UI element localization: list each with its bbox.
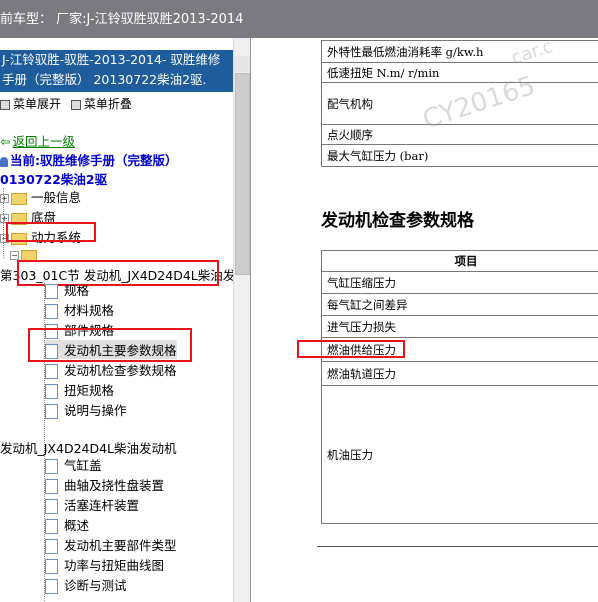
menu-collapse-button[interactable]: 菜单折叠 — [70, 95, 132, 112]
window-title: 前车型： 厂家:J-江铃驭胜驭胜2013-2014 — [0, 12, 244, 27]
document-icon — [45, 499, 58, 514]
navigation-pane: J-江铃驭胜-驭胜-2013-2014- 驭胜维修 手册（完整版） 201307… — [0, 38, 251, 602]
table-cell: 点火顺序 — [321, 124, 598, 145]
table-cell: 机油压力 — [321, 385, 598, 524]
document-icon — [45, 519, 58, 534]
document-icon — [45, 304, 58, 319]
highlight-box — [28, 328, 192, 362]
tree-leaf-piston-rod[interactable]: 活塞连杆装置 — [45, 495, 139, 514]
document-icon — [45, 459, 58, 474]
document-icon — [45, 539, 58, 554]
document-icon — [45, 559, 58, 574]
tree-leaf-specifications[interactable]: 规格 — [45, 280, 89, 299]
tree-leaf-diagnosis-testing[interactable]: 诊断与测试 — [45, 575, 127, 594]
window-title-bar: 前车型： 厂家:J-江铃驭胜驭胜2013-2014 — [0, 0, 598, 38]
expand-toggle-icon[interactable]: + — [0, 194, 9, 203]
back-arrow-icon: ⇦ — [0, 134, 11, 149]
document-icon — [45, 284, 58, 299]
tree-leaf-power-torque-curve[interactable]: 功率与扭矩曲线图 — [45, 555, 164, 574]
highlight-box — [6, 222, 96, 242]
tree-leaf-overview[interactable]: 概述 — [45, 515, 89, 534]
highlight-box — [297, 340, 405, 358]
divider — [317, 546, 598, 547]
document-icon — [45, 364, 58, 379]
user-icon — [0, 156, 8, 167]
document-icon — [45, 404, 58, 419]
folder-icon — [11, 192, 27, 205]
expand-icon — [0, 99, 10, 110]
section-heading: 发动机检查参数规格 — [321, 211, 474, 231]
collapse-toggle-icon[interactable]: − — [10, 251, 19, 260]
menu-expand-button[interactable]: 菜单展开 — [0, 95, 61, 112]
scroll-up-arrow-icon[interactable] — [234, 56, 250, 72]
collapse-icon — [70, 99, 81, 110]
table-cell: 燃油轨道压力 — [321, 361, 598, 386]
manual-title-line1: J-江铃驭胜-驭胜-2013-2014- 驭胜维修 — [2, 52, 221, 67]
back-link[interactable]: ⇦ 返回上一级 — [0, 131, 75, 150]
table-cell: 最大气缸压力 (bar) — [321, 144, 598, 167]
manual-title-banner: J-江铃驭胜-驭胜-2013-2014- 驭胜维修 手册（完整版） 201307… — [0, 50, 234, 92]
table-cell: 每气缸之间差异 — [321, 293, 598, 316]
tree-leaf-description-operation[interactable]: 说明与操作 — [45, 400, 127, 419]
document-icon — [45, 579, 58, 594]
table-cell: 气缸压缩压力 — [321, 271, 598, 294]
current-manual-label-line2: 0130722柴油2驱 — [0, 172, 108, 187]
tree-node-general-info[interactable]: + 一般信息 — [0, 187, 81, 206]
tree-scrollbar[interactable] — [233, 38, 250, 602]
menu-toolbar: 菜单展开 菜单折叠 — [0, 95, 138, 113]
table-cell: 低速扭矩 N.m/ r/min — [321, 62, 598, 83]
current-manual-label: 当前:驭胜维修手册（完整版） — [0, 150, 178, 169]
tree-leaf-main-component-types[interactable]: 发动机主要部件类型 — [45, 535, 177, 554]
table-cell: 外特性最低燃油消耗率 g/kw.h — [321, 40, 598, 63]
tree-leaf-crankshaft[interactable]: 曲轴及挠性盘装置 — [45, 475, 164, 494]
tree-leaf-cylinder-head[interactable]: 气缸盖 — [45, 455, 102, 474]
table-header: 项目 — [321, 250, 598, 272]
tree-leaf-engine-inspection-params[interactable]: 发动机检查参数规格 — [45, 360, 177, 379]
scrollbar-thumb[interactable] — [235, 73, 250, 275]
engine-inspection-params-table: 项目 气缸压缩压力 每气缸之间差异 进气压力损失 燃油供给压力 燃油轨道压力 机… — [321, 250, 598, 524]
table-cell: 进气压力损失 — [321, 315, 598, 338]
document-icon — [45, 479, 58, 494]
tree-leaf-torque-specs[interactable]: 扭矩规格 — [45, 380, 114, 399]
tree-leaf-material-specs[interactable]: 材料规格 — [45, 300, 114, 319]
document-icon — [45, 384, 58, 399]
document-pane: 外特性最低燃油消耗率 g/kw.h 低速扭矩 N.m/ r/min 配气机构 点… — [251, 38, 598, 602]
manual-title-line2: 手册（完整版） 20130722柴油2驱. — [2, 72, 207, 87]
